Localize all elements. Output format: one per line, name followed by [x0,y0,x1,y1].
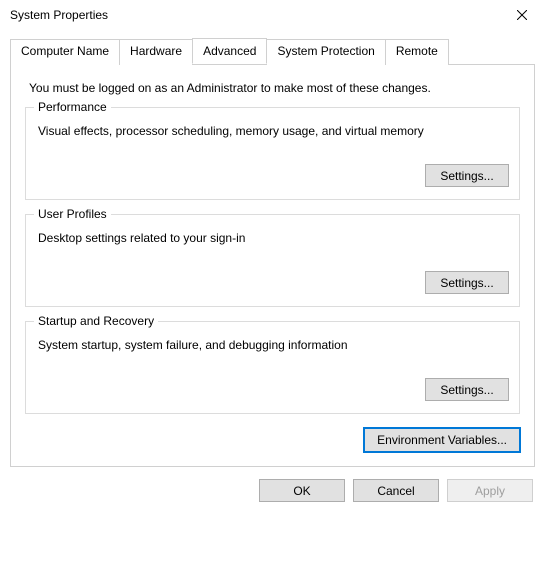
tab-system-protection[interactable]: System Protection [266,39,385,65]
environment-variables-button[interactable]: Environment Variables... [364,428,520,452]
tab-computer-name[interactable]: Computer Name [10,39,120,65]
group-performance: Performance Visual effects, processor sc… [25,107,520,200]
group-startup-desc: System startup, system failure, and debu… [38,338,509,352]
cancel-button[interactable]: Cancel [353,479,439,502]
ok-button[interactable]: OK [259,479,345,502]
tabpanel-advanced: You must be logged on as an Administrato… [10,64,535,467]
titlebar: System Properties [0,0,545,30]
group-performance-title: Performance [34,100,111,114]
tab-remote[interactable]: Remote [385,39,449,65]
user-profiles-settings-button[interactable]: Settings... [425,271,509,294]
performance-settings-button[interactable]: Settings... [425,164,509,187]
apply-button[interactable]: Apply [447,479,533,502]
tab-hardware[interactable]: Hardware [119,39,193,65]
group-user-profiles-desc: Desktop settings related to your sign-in [38,231,509,245]
group-user-profiles-title: User Profiles [34,207,111,221]
group-startup-recovery: Startup and Recovery System startup, sys… [25,321,520,414]
group-user-profiles: User Profiles Desktop settings related t… [25,214,520,307]
close-icon [517,10,527,20]
tab-container: Computer Name Hardware Advanced System P… [0,30,545,467]
startup-settings-button[interactable]: Settings... [425,378,509,401]
group-startup-title: Startup and Recovery [34,314,158,328]
intro-text: You must be logged on as an Administrato… [29,81,520,95]
group-performance-desc: Visual effects, processor scheduling, me… [38,124,509,138]
window-title: System Properties [10,8,108,22]
close-button[interactable] [501,1,543,29]
dialog-buttons: OK Cancel Apply [0,467,545,512]
tab-advanced[interactable]: Advanced [192,38,267,64]
tabstrip: Computer Name Hardware Advanced System P… [10,38,535,64]
